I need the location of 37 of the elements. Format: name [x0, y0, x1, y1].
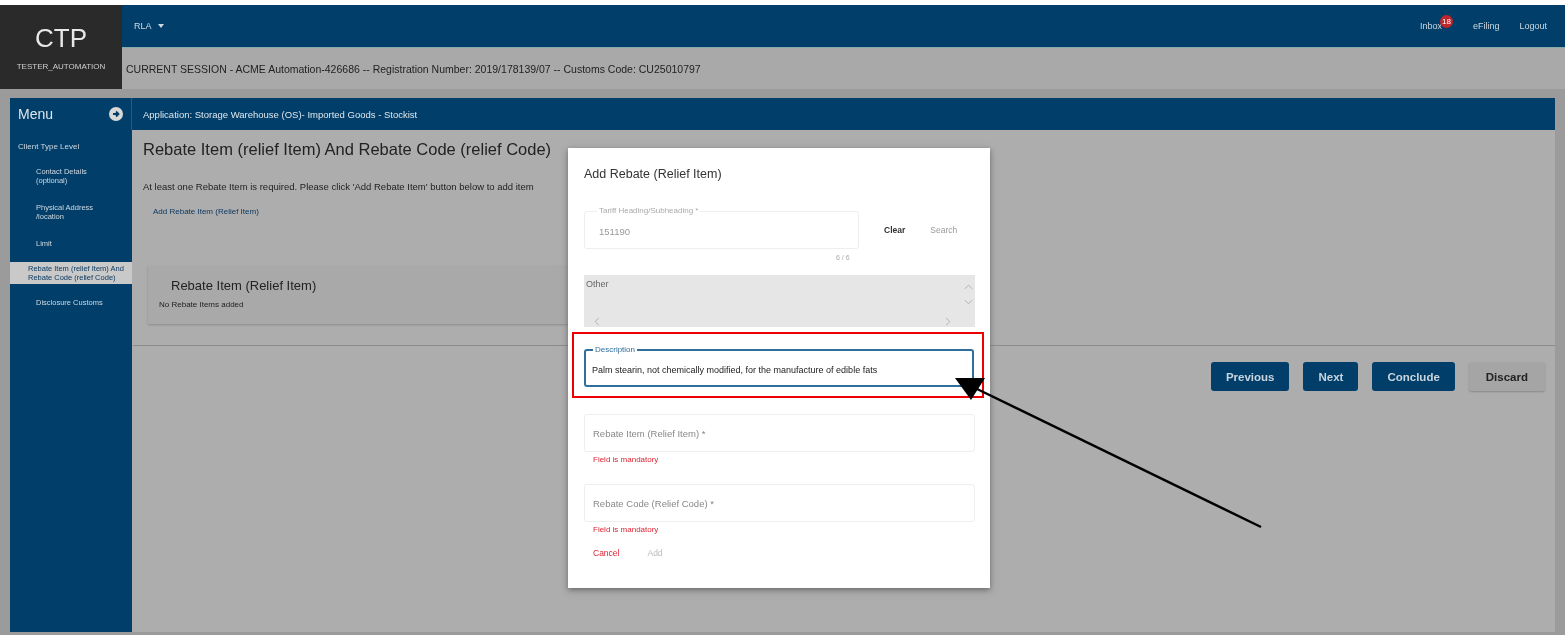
- scroll-up-icon[interactable]: [964, 284, 973, 290]
- card-title: Rebate Item (Relief Item): [170, 278, 318, 293]
- field-label: Description: [593, 345, 637, 354]
- empty-message: No Rebate Items added: [158, 300, 245, 309]
- input-field[interactable]: Rebate Item (Relief Item) *: [584, 414, 975, 452]
- field-value: Palm stearin, not chemically modified, for the manufacture of edible fats: [592, 365, 878, 375]
- result-text: Other: [585, 278, 610, 289]
- info-message: At least one Rebate Item is required. Please click 'Add Rebate Item' button below to add item: [143, 181, 535, 192]
- app-logo: CTP: [35, 23, 87, 54]
- error-message: Field is mandatory: [593, 525, 660, 534]
- nav-link[interactable]: eFiling: [1472, 21, 1500, 31]
- nav-button[interactable]: Conclude: [1372, 362, 1455, 391]
- input-field[interactable]: Rebate Code (Relief Code) *: [584, 484, 975, 522]
- application-title: Application: Storage Warehouse (OS)- Imported Goods - Stockist: [142, 108, 418, 120]
- menu-dropdown[interactable]: RLA: [134, 21, 164, 31]
- discard-button[interactable]: Discard: [1468, 362, 1545, 391]
- nav-link[interactable]: Logout: [1519, 21, 1547, 31]
- nav-button[interactable]: Next: [1303, 362, 1359, 391]
- dialog-title: Add Rebate (Relief Item): [584, 167, 723, 181]
- arrow-circle-icon[interactable]: [109, 107, 123, 121]
- nav-button[interactable]: Previous: [1210, 362, 1290, 391]
- text-button[interactable]: Cancel: [593, 548, 620, 558]
- scroll-left-icon[interactable]: [594, 317, 600, 326]
- field-value: 151190: [599, 226, 630, 237]
- sidebar-item[interactable]: Client Type Level: [10, 142, 132, 167]
- user-name: TESTER_AUTOMATION: [16, 62, 106, 71]
- add-item-link[interactable]: Add Rebate Item (Relief Item): [153, 207, 259, 216]
- page-title: Rebate Item (relief Item) And Rebate Code (relief Code): [143, 140, 553, 159]
- scroll-down-icon[interactable]: [964, 299, 973, 305]
- text-button[interactable]: Clear: [884, 225, 906, 235]
- error-message: Field is mandatory: [593, 455, 660, 464]
- scroll-right-icon[interactable]: [945, 317, 951, 326]
- session-info: CURRENT SESSION - ACME Automation-426686 -- Registration Number: 2019/178139/07 -- Customs Code: CU25010797: [122, 47, 1565, 89]
- menu-title: Menu: [18, 106, 54, 122]
- field-label: Tariff Heading/Subheading *: [597, 206, 701, 215]
- nav-link[interactable]: Inbox: [1419, 21, 1442, 31]
- caret-icon: [157, 24, 164, 28]
